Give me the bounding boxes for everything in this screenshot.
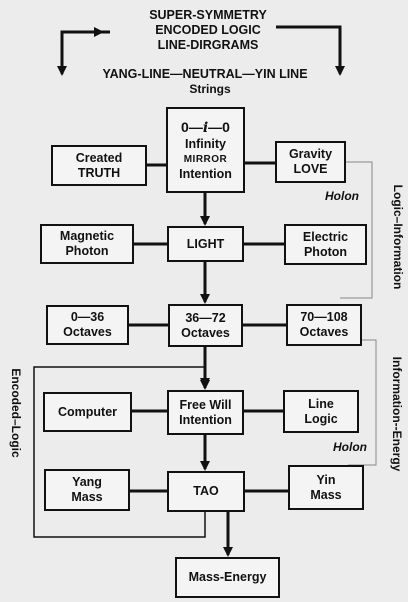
tao-label: TAO (193, 484, 219, 498)
light-box: LIGHT (167, 226, 244, 262)
yang-mass-label: Mass (71, 490, 103, 504)
free-will-intention-label: Intention (179, 412, 232, 427)
line-logic-box: Line Logic (283, 390, 359, 433)
octaves-0-36-range: 0—36 (70, 310, 105, 324)
tao-box: TAO (167, 471, 245, 512)
magnetic-photon-label: Photon (65, 244, 109, 258)
logic-information-label: Logic–Information (391, 184, 405, 290)
octaves-70-108-box: 70—108 Octaves (286, 304, 362, 346)
left-bracket-arrow (57, 30, 110, 76)
logic-label: Logic (304, 411, 338, 426)
free-will-intention-box: Free Will Intention (167, 390, 244, 435)
holon-label-top: Holon (325, 189, 359, 203)
octaves-36-72-box: 36—72 Octaves (168, 304, 243, 347)
yin-mass-box: Yin Mass (288, 465, 364, 510)
zero-left: 0 (181, 118, 189, 135)
electric-photon-box: Electric Photon (284, 224, 367, 265)
free-will-label: Free Will (179, 397, 232, 412)
infinity-label: Infinity (185, 136, 226, 151)
yin-mass-label: Mass (310, 487, 342, 502)
octaves-70-108-range: 70—108 (300, 310, 348, 324)
encoded-logic-label: Encoded–Logic (9, 368, 23, 458)
yang-label: Yang (72, 475, 102, 489)
love-label: LOVE (293, 162, 328, 176)
gravity-label: Gravity (288, 147, 333, 161)
octaves-70-108-label: Octaves (299, 325, 349, 339)
zero-right: 0 (222, 118, 230, 135)
magnetic-photon-box: Magnetic Photon (40, 224, 134, 264)
created-truth-box: Created TRUTH (51, 145, 147, 186)
octaves-36-72-label: Octaves (181, 325, 230, 340)
octaves-0-36-box: 0—36 Octaves (46, 305, 129, 345)
yang-mass-box: Yang Mass (44, 469, 130, 511)
electric-label: Electric (302, 229, 349, 244)
mass-energy-box: Mass-Energy (175, 557, 280, 598)
holon-label-bottom: Holon (333, 440, 367, 454)
information-energy-label: Information--Energy (390, 356, 404, 472)
magnetic-label: Magnetic (59, 229, 115, 243)
zero-i-zero: 0—i—0 (181, 118, 230, 136)
created-label: Created (75, 150, 123, 165)
computer-box: Computer (43, 392, 132, 432)
octaves-0-36-label: Octaves (63, 325, 112, 339)
line-label: Line (308, 396, 334, 411)
imaginary-i: i (202, 119, 209, 136)
octaves-36-72-range: 36—72 (185, 310, 226, 325)
electric-photon-label: Photon (303, 244, 348, 259)
computer-label: Computer (57, 404, 118, 419)
gravity-love-box: Gravity LOVE (275, 141, 346, 183)
yin-label: Yin (316, 472, 336, 487)
mass-energy-label: Mass-Energy (188, 570, 267, 584)
light-label: LIGHT (186, 236, 225, 251)
intention-label: Intention (179, 166, 232, 181)
right-bracket-arrow (276, 25, 345, 76)
truth-label: TRUTH (77, 165, 121, 180)
mirror-label: MIRROR (183, 153, 228, 165)
infinity-mirror-box: 0—i—0 Infinity MIRROR Intention (166, 107, 245, 193)
